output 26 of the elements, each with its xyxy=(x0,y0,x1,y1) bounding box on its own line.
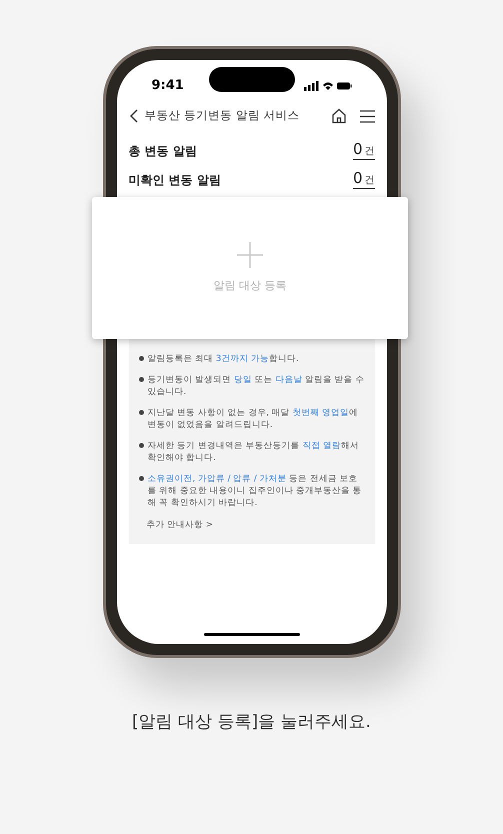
menu-icon[interactable] xyxy=(360,110,374,122)
bullet-icon xyxy=(138,443,144,448)
stat-unit: 건 xyxy=(364,147,374,157)
notice-text: 등기변동이 발생되면 당일 또는 다음날 알림을 받을 수 있습니다. xyxy=(148,374,364,398)
back-icon[interactable] xyxy=(128,109,138,123)
status-icons xyxy=(304,80,352,90)
notice-text: 알림등록은 최대 3건까지 가능합니다. xyxy=(148,353,299,365)
bullet-icon xyxy=(138,476,144,481)
notice-text: 자세한 등기 변경내역은 부동산등기를 직접 열람해서 확인해야 합니다. xyxy=(148,440,360,464)
stat-label: 미확인 변동 알림 xyxy=(128,172,221,189)
bullet-icon xyxy=(138,410,144,415)
header-title: 부동산 등기변동 알림 서비스 xyxy=(144,107,300,124)
notice-text: 지난달 변동 사항이 없는 경우, 매달 첫번째 영업일 에 변동이 없었음을 알려드립니다. xyxy=(148,407,360,431)
status-time: 9:41 xyxy=(152,76,184,95)
register-label: 알림 대상 등록 xyxy=(214,278,286,294)
plus-icon xyxy=(237,242,263,268)
stat-count: 0 xyxy=(352,171,362,186)
caption: [알림 대상 등록]을 눌러주세요. xyxy=(132,711,371,734)
more-info-link[interactable]: 추가 안내사항 > xyxy=(146,519,364,532)
stat-label: 총 변동 알림 xyxy=(128,143,197,160)
notice-text: 소유권이전, 가압류 / 압류 / 가처분 등은 전세금 보호를 위해 중요한 내용이니 집주인이나 중개부동산을 통해 꼭 확인하시기 바랍니다. xyxy=(148,473,363,509)
stat-count: 0 xyxy=(352,142,362,157)
stat-unit: 건 xyxy=(364,176,374,186)
bullet-icon xyxy=(138,377,144,382)
home-icon[interactable] xyxy=(330,108,346,124)
bullet-icon xyxy=(138,356,144,361)
